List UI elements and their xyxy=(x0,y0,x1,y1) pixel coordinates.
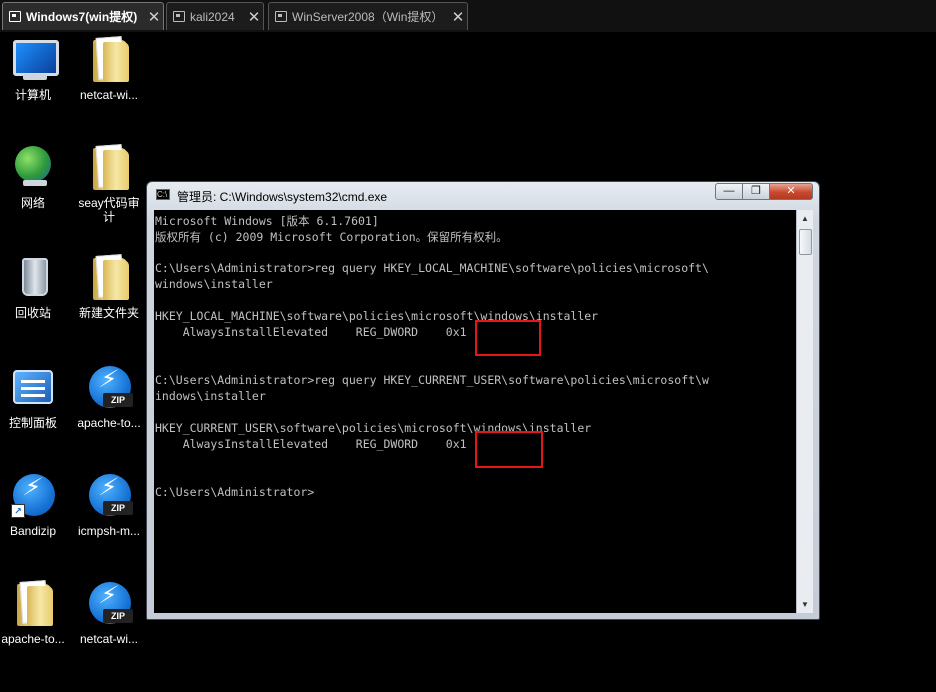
scroll-down-arrow-icon[interactable]: ▼ xyxy=(797,596,813,613)
zip-archive-icon: ⚡ ZIP xyxy=(85,364,133,412)
desktop-icon-control-panel[interactable]: 控制面板 xyxy=(0,364,72,430)
desktop-icon-label: seay代码审 计 xyxy=(78,196,140,224)
console-output[interactable]: Microsoft Windows [版本 6.1.7601] 版权所有 (c)… xyxy=(154,210,796,613)
console-line: indows\installer xyxy=(155,389,266,403)
desktop-icon-label: Bandizip xyxy=(9,524,57,538)
tab-kali2024[interactable]: kali2024 ✕ xyxy=(166,2,264,30)
highlight-box xyxy=(475,431,543,468)
vertical-scrollbar[interactable]: ▲ ▼ xyxy=(796,210,813,613)
vm-tab-bar: Windows7(win提权) ✕ kali2024 ✕ WinServer20… xyxy=(0,0,936,32)
zip-archive-icon: ⚡ ZIP xyxy=(85,580,133,628)
console-line: windows\installer xyxy=(155,277,273,291)
network-globe-icon xyxy=(9,144,57,192)
desktop-icon-netcat-zip[interactable]: ⚡ ZIP netcat-wi... xyxy=(70,580,148,646)
tab-close-icon[interactable]: ✕ xyxy=(245,8,263,26)
desktop-icon-seay-folder[interactable]: seay代码审 计 xyxy=(70,144,148,224)
window-title: 管理员: C:\Windows\system32\cmd.exe xyxy=(177,190,388,204)
desktop-icon-netcat-folder[interactable]: netcat-wi... xyxy=(70,36,148,102)
folder-icon xyxy=(85,254,133,302)
console-line: C:\Users\Administrator>reg query HKEY_LO… xyxy=(155,261,709,275)
desktop-icon-apache-zip[interactable]: ⚡ ZIP apache-to... xyxy=(70,364,148,430)
recycle-bin-icon xyxy=(9,254,57,302)
desktop-icon-apache-folder[interactable]: apache-to... xyxy=(0,580,72,646)
tab-close-icon[interactable]: ✕ xyxy=(449,8,467,26)
control-panel-icon xyxy=(9,364,57,412)
maximize-button[interactable]: ❐ xyxy=(742,183,770,200)
console-line: Microsoft Windows [版本 6.1.7601] xyxy=(155,214,379,228)
desktop-icon-bandizip[interactable]: ⚡ ↗ Bandizip xyxy=(0,472,72,538)
cmd-window[interactable]: C:\ 管理员: C:\Windows\system32\cmd.exe — ❐… xyxy=(146,181,820,620)
vm-icon xyxy=(173,11,185,22)
close-button[interactable]: ✕ xyxy=(769,183,813,200)
tab-winserver2008[interactable]: WinServer2008（Win提权） ✕ xyxy=(268,2,468,30)
tab-label: Windows7(win提权) xyxy=(26,10,138,24)
desktop-icon-label: 控制面板 xyxy=(8,416,57,430)
folder-icon xyxy=(9,580,57,628)
console-line: 版权所有 (c) 2009 Microsoft Corporation。保留所有… xyxy=(155,230,508,244)
window-titlebar[interactable]: C:\ 管理员: C:\Windows\system32\cmd.exe — ❐… xyxy=(147,182,819,208)
desktop-icon-label: 新建文件夹 xyxy=(78,306,139,320)
highlight-box xyxy=(475,320,541,356)
vm-icon xyxy=(9,11,21,22)
desktop-icon-label: 回收站 xyxy=(14,306,51,320)
desktop-icon-icmpsh-zip[interactable]: ⚡ ZIP icmpsh-m... xyxy=(70,472,148,538)
console-line: C:\Users\Administrator>reg query HKEY_CU… xyxy=(155,373,709,387)
tab-label: kali2024 xyxy=(190,9,235,24)
console-line: AlwaysInstallElevated REG_DWORD 0x1 xyxy=(155,325,467,339)
desktop-icon-label: 网络 xyxy=(20,196,45,210)
cmd-icon: C:\ xyxy=(156,189,170,200)
desktop-icon-label: 计算机 xyxy=(14,88,51,102)
minimize-button[interactable]: — xyxy=(715,183,743,200)
console-line: AlwaysInstallElevated REG_DWORD 0x1 xyxy=(155,437,467,451)
desktop-icon-network[interactable]: 网络 xyxy=(0,144,72,210)
desktop-icon-computer[interactable]: 计算机 xyxy=(0,36,72,102)
computer-icon xyxy=(9,36,59,84)
folder-icon xyxy=(85,144,133,192)
desktop-icon-recycle-bin[interactable]: 回收站 xyxy=(0,254,72,320)
desktop-icon-label: netcat-wi... xyxy=(79,632,139,646)
console-prompt: C:\Users\Administrator> xyxy=(155,485,315,499)
desktop-icon-label: icmpsh-m... xyxy=(77,524,140,538)
vm-icon xyxy=(275,11,287,22)
desktop-icon-label: apache-to... xyxy=(77,416,141,430)
desktop-icon-label: apache-to... xyxy=(1,632,65,646)
bandizip-icon: ⚡ ↗ xyxy=(9,472,57,520)
tab-windows7[interactable]: Windows7(win提权) ✕ xyxy=(2,2,164,30)
zip-archive-icon: ⚡ ZIP xyxy=(85,472,133,520)
scrollbar-thumb[interactable] xyxy=(799,229,812,255)
folder-icon xyxy=(85,36,133,84)
desktop-icon-label: netcat-wi... xyxy=(79,88,139,102)
tab-close-icon[interactable]: ✕ xyxy=(145,8,163,26)
window-controls: — ❐ ✕ xyxy=(715,183,813,200)
tab-label: WinServer2008（Win提权） xyxy=(292,10,444,24)
scroll-up-arrow-icon[interactable]: ▲ xyxy=(797,210,813,227)
desktop-icon-new-folder[interactable]: 新建文件夹 xyxy=(70,254,148,320)
